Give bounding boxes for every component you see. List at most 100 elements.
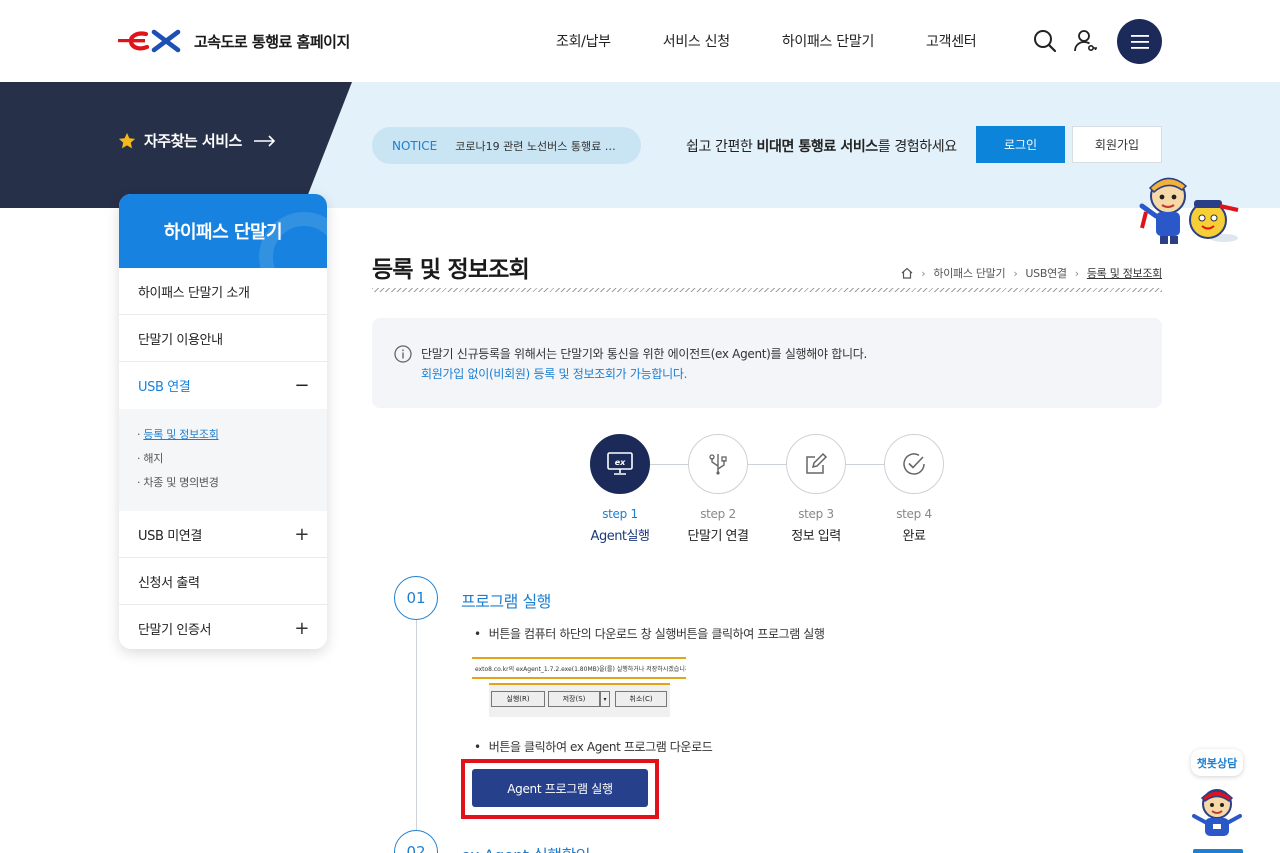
instruction-download-agent: 버튼을 클릭하여 ex Agent 프로그램 다운로드 xyxy=(474,738,713,755)
sidebar-item-label: USB 연결 xyxy=(138,380,191,395)
procedure-number: 02 xyxy=(394,830,438,853)
submenu-item-register-info[interactable]: · 등록 및 정보조회 xyxy=(137,426,327,450)
chatbot-mascot-icon[interactable] xyxy=(1189,786,1245,840)
sidebar-submenu: · 등록 및 정보조회 · 해지 · 차종 및 명의변경 xyxy=(119,409,327,511)
site-title: 고속도로 통행료 홈페이지 xyxy=(194,32,350,51)
step-2: step 2 단말기 연결 xyxy=(688,434,749,544)
home-icon[interactable] xyxy=(901,267,913,279)
favorite-services-label: 자주찾는 서비스 xyxy=(144,132,242,150)
submenu-item-label: 차종 및 명의변경 xyxy=(143,476,219,489)
site-header: 고속도로 통행료 홈페이지 조회/납부 서비스 신청 하이패스 단말기 고객센터 xyxy=(0,0,1280,82)
sidebar-item-terminal-guide[interactable]: 단말기 이용안내 xyxy=(119,315,327,362)
procedure-title: ex Agent 실행확인 xyxy=(461,842,590,853)
promo-text: 쉽고 간편한 비대면 통행료 서비스를 경험하세요 xyxy=(686,136,957,156)
save-button-image: 저장(S) xyxy=(548,691,600,707)
breadcrumb-current[interactable]: 등록 및 정보조회 xyxy=(1087,265,1162,281)
info-icon xyxy=(394,345,412,363)
download-bar-text: exto8.co.kr의 exAgent_1.7.2.exe(1.80MB)을(… xyxy=(472,657,686,679)
mascot-characters-image xyxy=(1139,177,1239,244)
notice-tag: NOTICE xyxy=(392,138,438,153)
breadcrumb-item[interactable]: 하이패스 단말기 xyxy=(933,265,1005,281)
sidebar-item-label: 신청서 출력 xyxy=(138,575,200,591)
procedure-timeline xyxy=(416,620,417,845)
info-line-1: 단말기 신규등록을 위해서는 단말기와 통신을 위한 에이전트(ex Agent… xyxy=(421,347,868,361)
nav-service-apply[interactable]: 서비스 신청 xyxy=(663,31,730,51)
hamburger-menu-button[interactable] xyxy=(1117,19,1162,64)
promo-suffix: 를 경험하세요 xyxy=(877,139,957,155)
ex-logo-icon xyxy=(118,29,181,53)
sidebar-item-label: USB 미연결 xyxy=(138,528,202,544)
step-circle xyxy=(786,434,846,494)
step-name: 단말기 연결 xyxy=(687,529,749,544)
step-number: step 4 xyxy=(896,507,932,521)
run-button-image: 실행(R) xyxy=(491,691,545,707)
download-bar-buttons: 실행(R) 저장(S) ▾ 취소(C) xyxy=(489,683,670,717)
star-icon xyxy=(118,132,136,148)
submenu-item-cancel[interactable]: · 해지 xyxy=(137,450,327,474)
step-circle xyxy=(688,434,748,494)
info-notice-box: 단말기 신규등록을 위해서는 단말기와 통신을 위한 에이전트(ex Agent… xyxy=(372,318,1162,408)
chevron-right-icon: › xyxy=(1074,266,1079,280)
search-icon[interactable] xyxy=(1032,28,1058,54)
step-circle xyxy=(884,434,944,494)
title-divider xyxy=(372,288,1162,292)
breadcrumb: › 하이패스 단말기 › USB연결 › 등록 및 정보조회 xyxy=(901,265,1162,281)
step-number: step 1 xyxy=(602,507,638,521)
check-circle-icon xyxy=(903,453,925,475)
step-1: ex step 1 Agent실행 xyxy=(590,434,650,544)
chevron-right-icon: › xyxy=(1013,266,1018,280)
usb-icon xyxy=(709,454,727,475)
page-title: 등록 및 정보조회 xyxy=(372,257,530,283)
join-button[interactable]: 회원가입 xyxy=(1072,126,1162,163)
instruction-run-program: 버튼을 컴퓨터 하단의 다운로드 창 실행버튼을 클릭하여 프로그램 실행 xyxy=(474,625,825,642)
breadcrumb-item[interactable]: USB연결 xyxy=(1025,265,1067,281)
chatbot-bar xyxy=(1193,849,1243,853)
cancel-button-image: 취소(C) xyxy=(615,691,667,707)
arrow-right-icon xyxy=(253,134,275,147)
step-number: step 3 xyxy=(798,507,834,521)
notice-ticker[interactable]: NOTICE 코로나19 관련 노선버스 통행료 환불... xyxy=(372,127,641,164)
sidebar-item-usb-connected[interactable]: USB 연결 − xyxy=(119,362,327,409)
login-button[interactable]: 로그인 xyxy=(976,126,1065,163)
promo-prefix: 쉽고 간편한 xyxy=(686,139,757,155)
step-3: step 3 정보 입력 xyxy=(786,434,846,544)
chatbot-label[interactable]: 챗봇상담 xyxy=(1191,749,1243,776)
sidebar-nav: 하이패스 단말기 하이패스 단말기 소개 단말기 이용안내 USB 연결 − ·… xyxy=(119,194,327,649)
info-line-2: 회원가입 없이(비회원) 등록 및 정보조회가 가능합니다. xyxy=(421,367,688,381)
procedure-title: 프로그램 실행 xyxy=(461,592,551,611)
sidebar-item-label: 하이패스 단말기 소개 xyxy=(138,285,250,301)
global-nav: 조회/납부 서비스 신청 하이패스 단말기 고객센터 xyxy=(556,31,1028,51)
steps-connector-line xyxy=(620,464,910,465)
step-name: 정보 입력 xyxy=(791,529,841,544)
sidebar-item-label: 단말기 이용안내 xyxy=(138,332,223,348)
user-login-icon[interactable] xyxy=(1072,28,1098,54)
agent-run-button[interactable]: Agent 프로그램 실행 xyxy=(472,769,648,807)
sidebar-title: 하이패스 단말기 xyxy=(119,194,327,268)
sidebar-item-terminal-certificate[interactable]: 단말기 인증서 + xyxy=(119,605,327,649)
site-logo[interactable]: 고속도로 통행료 홈페이지 xyxy=(118,28,350,54)
expand-icon[interactable]: + xyxy=(294,618,309,639)
quick-band: 자주찾는 서비스 NOTICE 코로나19 관련 노선버스 통행료 환불... … xyxy=(0,82,1280,208)
nav-hipass-terminal[interactable]: 하이패스 단말기 xyxy=(782,31,875,51)
submenu-item-vehicle-owner-change[interactable]: · 차종 및 명의변경 xyxy=(137,474,327,498)
step-name: 완료 xyxy=(902,529,926,544)
sidebar-item-usb-not-connected[interactable]: USB 미연결 + xyxy=(119,511,327,558)
nav-customer-center[interactable]: 고객센터 xyxy=(926,31,977,51)
nav-inquiry-payment[interactable]: 조회/납부 xyxy=(556,31,611,51)
sidebar-item-terminal-intro[interactable]: 하이패스 단말기 소개 xyxy=(119,268,327,315)
svg-text:ex: ex xyxy=(615,458,626,467)
collapse-icon[interactable]: − xyxy=(294,375,309,396)
sidebar-item-print-application[interactable]: 신청서 출력 xyxy=(119,558,327,605)
hamburger-menu-icon xyxy=(1130,34,1149,49)
submenu-item-label: 등록 및 정보조회 xyxy=(143,428,219,441)
expand-icon[interactable]: + xyxy=(294,524,309,545)
notice-text: 코로나19 관련 노선버스 통행료 환불... xyxy=(455,139,626,153)
step-4: step 4 완료 xyxy=(884,434,944,544)
ex-monitor-icon: ex xyxy=(607,452,633,475)
favorite-services-link[interactable]: 자주찾는 서비스 xyxy=(118,130,276,151)
submenu-item-label: 해지 xyxy=(143,452,164,465)
procedure-number: 01 xyxy=(394,576,438,620)
promo-bold: 비대면 통행료 서비스 xyxy=(756,139,879,155)
sidebar-item-label: 단말기 인증서 xyxy=(138,623,212,638)
step-number: step 2 xyxy=(700,507,736,521)
